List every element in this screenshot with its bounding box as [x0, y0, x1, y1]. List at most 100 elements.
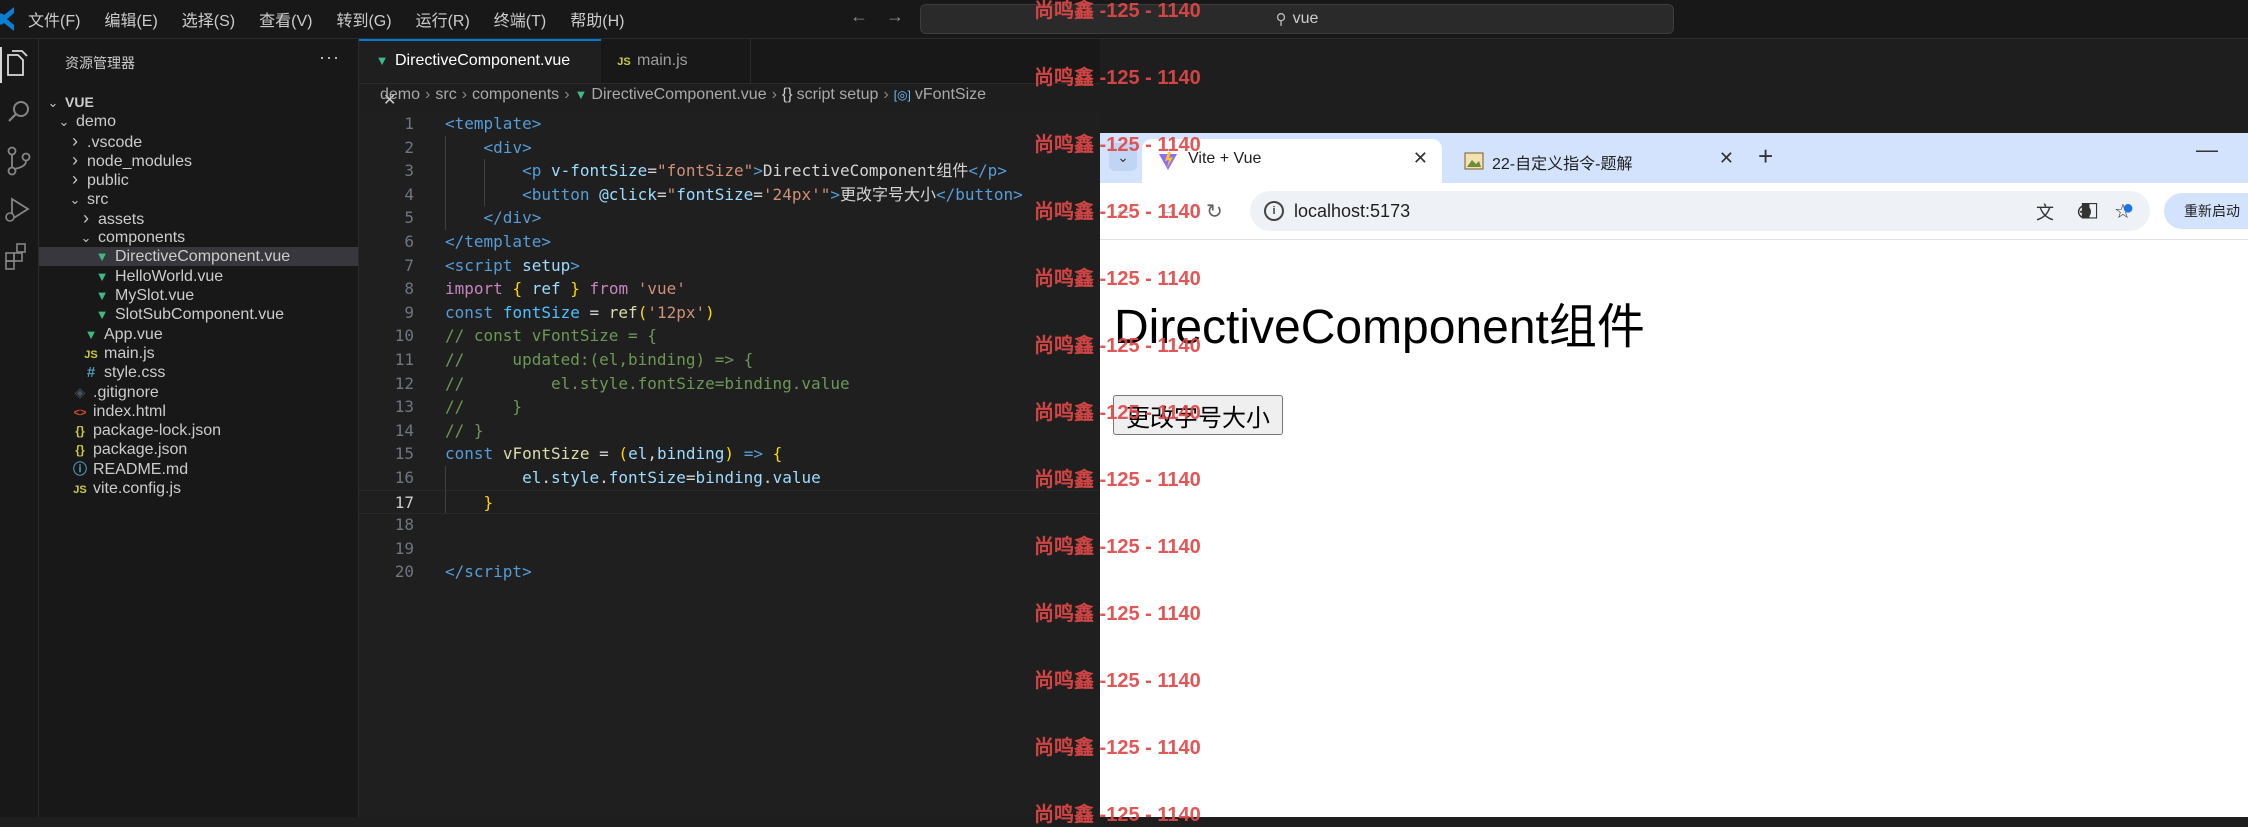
vue-file-icon: ▼ [95, 288, 109, 303]
profile-avatar-icon[interactable]: ● [2122, 197, 2134, 220]
code-text: // } [445, 419, 484, 443]
back-arrow-icon[interactable]: ← [850, 6, 868, 26]
tree-file[interactable]: ⓘ README.md [39, 460, 358, 479]
tree-file[interactable]: {} package.json [39, 440, 358, 459]
line-number: 3 [404, 161, 414, 181]
site-info-icon[interactable]: i [1264, 201, 1284, 221]
menu-item[interactable]: 转到(G) [336, 7, 391, 31]
menu-item[interactable]: 查看(V) [259, 7, 312, 31]
tree-folder[interactable]: ⌄ components [39, 228, 358, 247]
menu-item[interactable]: 选择(S) [182, 7, 235, 31]
tab-directive-component[interactable]: ▼ DirectiveComponent.vue ✕ [359, 39, 601, 109]
code-token: > [753, 161, 763, 181]
tree-file[interactable]: JS main.js [39, 344, 358, 363]
code-token: = [579, 302, 609, 322]
vue-file-icon: ▼ [95, 268, 109, 284]
close-tab-icon[interactable]: ✕ [1413, 148, 1428, 169]
code-token: </ [936, 184, 956, 204]
code-token: '24px' [762, 184, 821, 204]
explorer-files-icon[interactable] [0, 43, 38, 87]
breadcrumb: demo › src › components › ▼ DirectiveComponent.… [380, 86, 986, 110]
chevron-right-icon: › [72, 169, 78, 190]
tree-item-label: .gitignore [93, 383, 159, 401]
breadcrumb-item[interactable]: vFontSize [915, 86, 986, 103]
code-token: v-fontSize [550, 161, 648, 181]
code-token: " [820, 184, 831, 204]
minimize-window-icon[interactable]: — [2196, 137, 2218, 163]
watermark-text: 尚鸣鑫 -125 - 1140 [1034, 134, 1201, 156]
code-token: " [666, 184, 677, 204]
line-number: 6 [404, 232, 414, 251]
source-control-icon[interactable] [0, 139, 38, 183]
json-file-icon: {} [75, 424, 85, 439]
extensions-icon[interactable] [0, 235, 38, 279]
relaunch-button[interactable]: 重新启动 [2164, 193, 2248, 229]
reload-icon[interactable]: ↻ [1206, 199, 1223, 224]
new-tab-plus-icon[interactable]: + [1758, 141, 1773, 172]
chevron-right-icon: › [771, 86, 777, 103]
code-line: 8 import { ref } from 'vue' [359, 277, 1100, 301]
menu-item[interactable]: 编辑(E) [104, 7, 157, 31]
code-text: el.style.fontSize=binding.value [445, 466, 821, 490]
vue-file-icon: ▼ [95, 249, 109, 265]
tree-file[interactable]: ▼ DirectiveComponent.vue [39, 247, 358, 267]
code-text: <template> [445, 112, 541, 136]
code-token: style [550, 468, 600, 487]
close-tab-icon[interactable]: ✕ [1719, 148, 1734, 169]
menu-item[interactable]: 文件(F) [28, 7, 80, 31]
search-icon[interactable] [0, 91, 38, 135]
tree-item-label: package-lock.json [93, 422, 222, 440]
breadcrumb-item[interactable]: DirectiveComponent.vue [591, 86, 766, 103]
code-line: 5 </div> [359, 206, 1100, 230]
json-file-icon: {} [75, 443, 85, 458]
tree-file[interactable]: ▼ MySlot.vue [39, 286, 358, 305]
run-debug-icon[interactable] [0, 187, 38, 231]
tab-main-js[interactable]: JS main.js [601, 39, 751, 83]
chevron-right-icon: › [883, 86, 889, 103]
chevron-right-icon: › [461, 86, 468, 103]
side-panel-icon[interactable]: ◧ [2080, 197, 2099, 222]
tree-file[interactable]: {} package-lock.json [39, 421, 358, 440]
tree-file[interactable]: ▼ SlotSubComponent.vue [39, 305, 358, 324]
tree-folder[interactable]: › assets [39, 208, 358, 228]
watermark-text: 尚鸣鑫 -125 - 1140 [1034, 536, 1201, 558]
code-line: 4 <button @click="fontSize='24px'">更改字号大… [359, 183, 1100, 207]
menu-item[interactable]: 终端(T) [494, 7, 546, 31]
tree-item-label: public [87, 172, 129, 190]
code-token: ( [637, 302, 648, 322]
tree-folder[interactable]: ⌄ src [39, 190, 358, 209]
translate-icon[interactable]: ⽂ [2036, 199, 2054, 225]
tree-folder[interactable]: › public [39, 169, 358, 190]
watermark-text: 尚鸣鑫 -125 - 1140 [1034, 402, 1201, 424]
address-bar[interactable]: i localhost:5173 ⽂ ⊕ ☆ [1250, 191, 2150, 231]
code-line: 9 const fontSize = ref('12px') [359, 301, 1100, 325]
breadcrumb-item[interactable]: demo [380, 86, 420, 103]
chevron-right-icon: › [72, 149, 78, 170]
menu-item[interactable]: 帮助(H) [570, 7, 624, 31]
tree-file[interactable]: JS vite.config.js [39, 479, 358, 498]
tree-item-label: demo [76, 113, 117, 131]
tree-item-label: package.json [93, 441, 188, 459]
breadcrumb-item[interactable]: script setup [797, 86, 879, 103]
tree-folder[interactable]: ⌄ demo [39, 112, 358, 131]
tree-file[interactable]: ◈ .gitignore [39, 383, 358, 402]
more-actions-icon[interactable]: ··· [319, 47, 340, 68]
tree-folder[interactable]: › .vscode [39, 131, 358, 151]
code-editor[interactable]: 1 <template> 2 <div> 3 <p v-fontSize="fontS… [359, 110, 1100, 817]
forward-arrow-icon[interactable]: → [886, 6, 904, 26]
tree-file[interactable]: # style.css [39, 363, 358, 382]
tree-folder[interactable]: ⌄ VUE [39, 93, 358, 112]
line-number: 20 [394, 562, 414, 582]
tree-file[interactable]: ▼ App.vue [39, 325, 358, 344]
menu-item[interactable]: 运行(R) [416, 7, 470, 31]
breadcrumb-item[interactable]: components [472, 86, 559, 103]
breadcrumb-item[interactable]: src [435, 86, 456, 103]
tree-file[interactable]: ▼ HelloWorld.vue [39, 267, 358, 286]
vscode-logo-icon[interactable] [0, 7, 14, 31]
browser-tab-directive-solution[interactable]: 22-自定义指令-题解 ✕ [1452, 139, 1748, 183]
tree-folder[interactable]: › node_modules [39, 149, 358, 170]
code-token: < [483, 137, 494, 157]
code-line: 20 </script> [359, 560, 1100, 584]
tree-file[interactable]: <> index.html [39, 402, 358, 421]
